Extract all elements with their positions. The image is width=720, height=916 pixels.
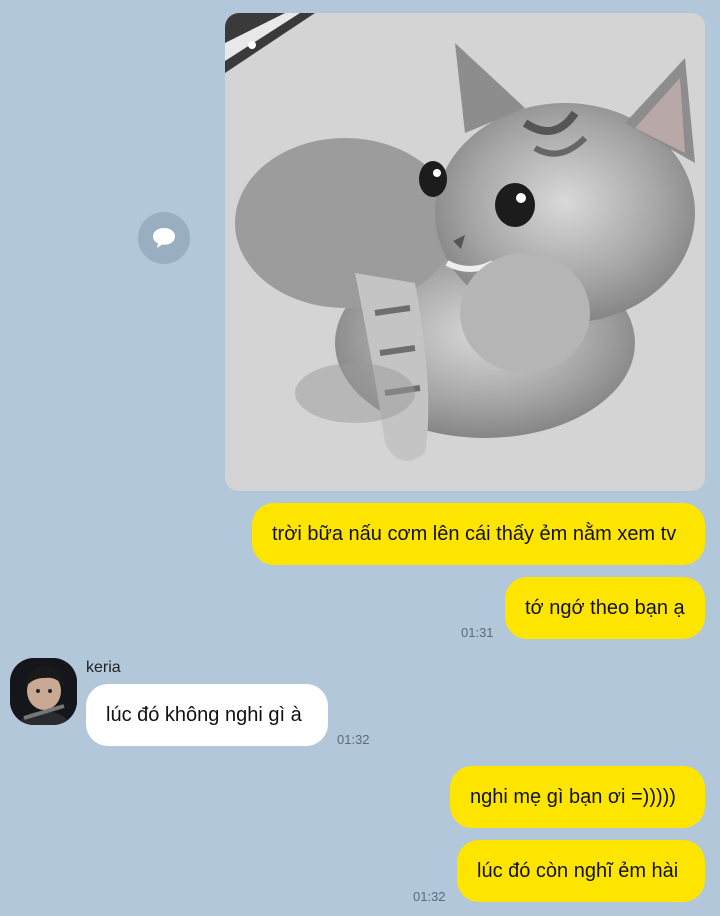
outgoing-message[interactable]: lúc đó còn nghĩ ẻm hài — [457, 840, 705, 902]
message-text: tớ ngớ theo bạn ạ — [525, 597, 685, 619]
message-text: lúc đó không nghi gì à — [106, 704, 302, 726]
sender-name: keria — [86, 659, 121, 676]
user-avatar-icon — [10, 658, 77, 725]
message-timestamp: 01:32 — [413, 889, 446, 904]
photo-message[interactable] — [225, 13, 705, 491]
outgoing-message[interactable]: tớ ngớ theo bạn ạ — [505, 577, 705, 639]
share-button[interactable] — [138, 212, 190, 264]
avatar[interactable] — [10, 658, 77, 725]
kitten-photo-icon — [225, 13, 705, 491]
message-text: nghi mẹ gì bạn ơi =))))) — [470, 786, 676, 808]
message-timestamp: 01:31 — [461, 625, 494, 640]
outgoing-message[interactable]: nghi mẹ gì bạn ơi =))))) — [450, 766, 705, 828]
message-text: trời bữa nấu cơm lên cái thấy ẻm nằm xem… — [272, 523, 677, 545]
outgoing-message[interactable]: trời bữa nấu cơm lên cái thấy ẻm nằm xem… — [252, 503, 705, 565]
speech-bubble-icon — [153, 228, 175, 248]
message-text: lúc đó còn nghĩ ẻm hài — [477, 860, 679, 882]
message-timestamp: 01:32 — [337, 732, 370, 747]
incoming-message[interactable]: lúc đó không nghi gì à — [86, 684, 328, 746]
